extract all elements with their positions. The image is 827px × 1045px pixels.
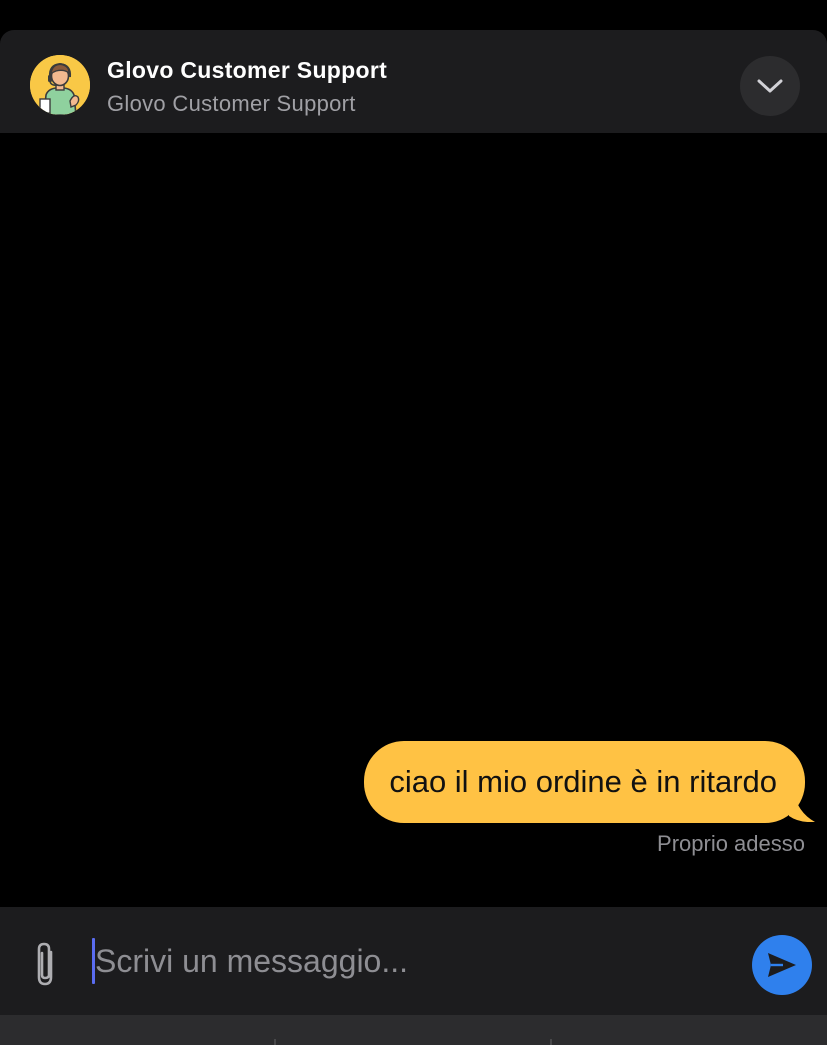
message-input[interactable] — [95, 935, 725, 987]
chat-title: Glovo Customer Support — [107, 57, 388, 83]
message-list[interactable]: ciao il mio ordine è in ritardo Proprio … — [0, 133, 827, 907]
keyboard-top-strip — [0, 1015, 827, 1045]
agent-illustration-icon — [30, 55, 90, 115]
message-composer — [0, 907, 827, 1015]
bubble-tail — [789, 790, 815, 822]
paperclip-icon — [37, 942, 53, 986]
chat-header: Glovo Customer Support Glovo Customer Su… — [0, 30, 827, 133]
support-agent-avatar — [30, 55, 90, 115]
keyboard-separator — [274, 1039, 276, 1045]
send-button[interactable] — [752, 935, 812, 995]
outgoing-message-bubble: ciao il mio ordine è in ritardo — [364, 741, 805, 823]
chat-subtitle: Glovo Customer Support — [107, 91, 356, 116]
chevron-down-icon — [757, 79, 783, 93]
send-icon — [768, 953, 796, 977]
attach-button[interactable] — [28, 939, 64, 989]
collapse-button[interactable] — [740, 56, 800, 116]
chat-sheet: Glovo Customer Support Glovo Customer Su… — [0, 30, 827, 1045]
keyboard-separator — [550, 1039, 552, 1045]
message-timestamp: Proprio adesso — [657, 831, 805, 856]
